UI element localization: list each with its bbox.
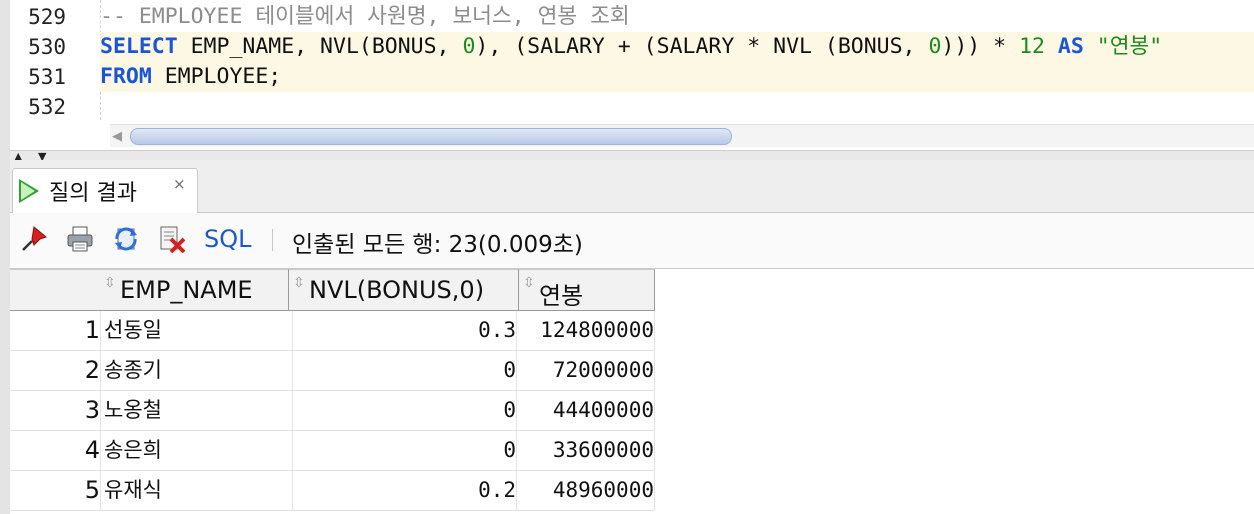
refresh-icon[interactable]	[112, 225, 140, 253]
pin-icon[interactable]	[20, 225, 48, 253]
code-text: ), (SALARY + (SALARY * NVL (BONUS,	[475, 34, 929, 59]
keyword-from: FROM	[100, 64, 152, 89]
number-literal: 0	[462, 34, 476, 59]
cell-salary[interactable]: 48960000	[518, 471, 655, 510]
results-grid[interactable]: ⇳ EMP_NAME ⇳ NVL(BONUS,0) ⇳ 연봉 1 선동일 0.3…	[10, 269, 1254, 514]
cell-bonus[interactable]: 0.3	[288, 311, 517, 350]
cell-emp-name[interactable]: 선동일	[100, 311, 293, 350]
cell-emp-name[interactable]: 송종기	[100, 351, 293, 390]
line-number: 529	[28, 5, 66, 29]
sql-button[interactable]: SQL	[204, 225, 252, 253]
print-icon[interactable]	[66, 225, 94, 253]
cell-emp-name[interactable]: 송은희	[100, 431, 293, 470]
cell-bonus[interactable]: 0	[288, 431, 517, 470]
cell-emp-name[interactable]: 유재식	[100, 471, 293, 510]
run-icon-highlight	[21, 182, 35, 200]
keyword-as: AS	[1057, 34, 1084, 59]
scroll-left-arrow-icon[interactable]: ◀	[112, 129, 122, 144]
column-header-nvl-bonus[interactable]: ⇳ NVL(BONUS,0)	[289, 269, 519, 311]
column-header-salary[interactable]: ⇳ 연봉	[519, 269, 655, 311]
code-text: EMPLOYEE;	[151, 64, 282, 89]
code-line-529[interactable]: -- EMPLOYEE 테이블에서 사원명, 보너스, 연봉 조회	[100, 2, 1254, 32]
table-row[interactable]: 3 노옹철 0 44400000	[10, 391, 655, 431]
code-line-531[interactable]: FROM EMPLOYEE;	[100, 62, 1254, 92]
column-header-label: NVL(BONUS,0)	[309, 276, 485, 304]
table-row[interactable]: 5 유재식 0.2 48960000	[10, 471, 655, 511]
sql-comment: -- EMPLOYEE 테이블에서 사원명, 보너스, 연봉 조회	[100, 4, 630, 29]
row-number: 4	[10, 431, 101, 470]
column-header-label: EMP_NAME	[120, 276, 253, 304]
tab-query-result[interactable]: 질의 결과 ×	[12, 168, 198, 214]
line-number: 532	[28, 95, 66, 119]
sort-icon[interactable]: ⇳	[293, 276, 305, 290]
number-literal: 0	[928, 34, 942, 59]
code-text: EMP_NAME, NVL(BONUS,	[177, 34, 463, 59]
keyword-select: SELECT	[100, 34, 178, 59]
cell-salary[interactable]: 124800000	[518, 311, 655, 350]
cell-salary[interactable]: 72000000	[518, 351, 655, 390]
sort-icon[interactable]: ⇳	[104, 276, 116, 290]
row-number: 2	[10, 351, 101, 390]
table-row[interactable]: 4 송은희 0 33600000	[10, 431, 655, 471]
cell-salary[interactable]: 44400000	[518, 391, 655, 430]
code-text: ))) *	[941, 34, 1020, 59]
sort-icon[interactable]: ⇳	[523, 276, 535, 290]
fetch-status: 인출된 모든 행: 23(0.009초)	[292, 232, 583, 258]
code-area[interactable]: -- EMPLOYEE 테이블에서 사원명, 보너스, 연봉 조회 SELECT…	[100, 0, 1254, 122]
row-number: 1	[10, 311, 101, 350]
line-number-gutter: 529 530 531 532	[10, 0, 96, 122]
results-toolbar: SQL 인출된 모든 행: 23(0.009초)	[10, 213, 1254, 269]
row-number: 3	[10, 391, 101, 430]
sql-editor[interactable]: 529 530 531 532 -- EMPLOYEE 테이블에서 사원명, 보…	[10, 0, 1254, 150]
cell-salary[interactable]: 33600000	[518, 431, 655, 470]
row-number: 5	[10, 471, 101, 510]
results-tab-bar: 질의 결과 ×	[10, 160, 1254, 214]
horizontal-scrollbar[interactable]: ◀	[110, 124, 1254, 147]
close-tab-icon[interactable]: ×	[173, 175, 186, 193]
tab-label: 질의 결과	[49, 181, 137, 206]
code-line-532[interactable]	[100, 92, 1254, 122]
cell-bonus[interactable]: 0	[288, 391, 517, 430]
cell-bonus[interactable]: 0.2	[288, 471, 517, 510]
cell-bonus[interactable]: 0	[288, 351, 517, 390]
scrollbar-thumb[interactable]	[130, 128, 732, 145]
row-number-header	[10, 269, 101, 311]
delete-icon[interactable]	[158, 225, 186, 253]
string-literal: "연봉"	[1096, 34, 1163, 59]
toolbar-separator	[272, 229, 273, 251]
column-header-label: 연봉	[539, 282, 584, 310]
table-row[interactable]: 1 선동일 0.3 124800000	[10, 311, 655, 351]
column-header-emp-name[interactable]: ⇳ EMP_NAME	[100, 269, 289, 311]
code-line-530[interactable]: SELECT EMP_NAME, NVL(BONUS, 0), (SALARY …	[100, 32, 1254, 62]
table-row[interactable]: 2 송종기 0 72000000	[10, 351, 655, 391]
cell-emp-name[interactable]: 노옹철	[100, 391, 293, 430]
line-number: 530	[28, 35, 66, 59]
number-literal: 12	[1019, 34, 1045, 59]
line-number: 531	[28, 65, 66, 89]
